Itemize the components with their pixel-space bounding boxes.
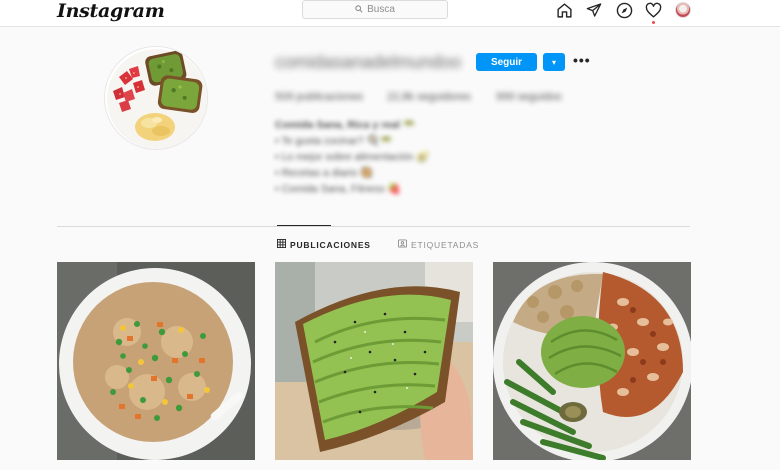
profile-avatar[interactable]	[675, 2, 691, 18]
post-thumbnail-avocado-toast[interactable]	[275, 262, 473, 460]
bio-line: • Comida Sana, Fitness 🍓	[275, 183, 401, 195]
tab-publicaciones[interactable]: PUBLICACIONES	[277, 239, 371, 250]
search-placeholder: Busca	[367, 4, 395, 15]
top-navigation-bar: Instagram Busca	[0, 0, 780, 27]
tab-etiquetadas[interactable]: ETIQUETADAS	[398, 239, 479, 250]
instagram-logo[interactable]: Instagram	[57, 0, 165, 22]
tag-icon	[398, 239, 407, 250]
grid-icon	[277, 239, 286, 250]
bio-line: • Te gusta cocinar? 🍳🥗	[275, 135, 393, 147]
notification-dot	[652, 21, 655, 24]
chevron-down-icon: ▾	[551, 57, 556, 67]
tab-label: PUBLICACIONES	[290, 239, 371, 250]
profile-picture[interactable]	[104, 46, 208, 150]
follow-button[interactable]: Seguir	[476, 53, 537, 71]
followers-count[interactable]: 22,8k seguidores	[387, 91, 471, 103]
post-thumbnail-fried-rice[interactable]	[57, 262, 255, 460]
profile-username: comidasanadelmundoo	[275, 52, 462, 72]
following-count[interactable]: 999 seguidos	[496, 91, 561, 103]
direct-icon[interactable]	[585, 1, 603, 19]
active-tab-indicator	[277, 225, 331, 226]
home-icon[interactable]	[555, 1, 573, 19]
bio-line: • Recetas a diario 🥘	[275, 167, 374, 179]
bio-line: • Lo mejor sobre alimentación 🥑	[275, 151, 430, 163]
explore-icon[interactable]	[615, 1, 633, 19]
tab-label: ETIQUETADAS	[411, 239, 480, 250]
suggestions-dropdown-button[interactable]: ▾	[543, 53, 565, 71]
search-icon	[355, 4, 363, 15]
search-input[interactable]: Busca	[302, 0, 448, 19]
post-thumbnail-buddha-bowl[interactable]	[493, 262, 691, 460]
tabs-divider	[57, 226, 690, 227]
activity-heart-icon[interactable]	[644, 1, 662, 19]
bio-name: Comida Sana, Rica y real 🥗	[275, 119, 416, 131]
posts-count: 509 publicaciones	[275, 91, 364, 103]
more-options-button[interactable]: •••	[573, 52, 591, 68]
